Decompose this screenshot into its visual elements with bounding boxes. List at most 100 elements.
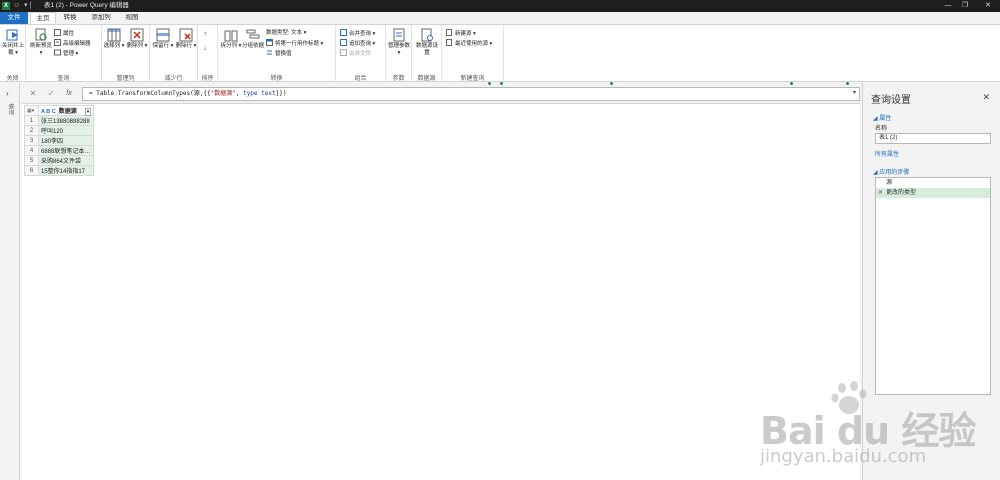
choose-columns-icon — [107, 28, 121, 42]
applied-steps-list: 源 ✕ 更改的类型 — [875, 177, 991, 395]
recent-sources-button[interactable]: 最近使用的源 ▾ — [446, 39, 492, 48]
refresh-preview-button[interactable]: 刷新预览 ▾ — [30, 28, 52, 57]
new-source-icon — [446, 29, 452, 36]
append-icon — [340, 39, 347, 46]
table-row: 4 6888联想笔记本… — [24, 145, 95, 156]
table-cell[interactable]: 张三13880888288 — [37, 115, 95, 126]
split-column-button[interactable]: 拆分列 ▾ — [220, 28, 242, 50]
row-number: 6 — [24, 165, 39, 176]
all-properties-link[interactable]: 所有属性 — [875, 149, 899, 158]
baidu-watermark: Bai du 经验 jingyan.baidu.com — [760, 380, 990, 475]
watermark-site: jingyan.baidu.com — [760, 446, 927, 467]
queries-pane-label[interactable]: 查询 — [6, 103, 15, 115]
replace-values-button[interactable]: 替换值 — [266, 49, 292, 58]
group-by-icon — [246, 29, 260, 39]
text-type-icon[interactable]: A B C — [41, 109, 56, 115]
tab-add-column[interactable]: 添加列 — [86, 12, 116, 24]
ribbon: 关闭并上载 ▾ 关闭 刷新预览 ▾ 属性 高级编辑器 管理 ▾ 查询 选择列 ▾… — [0, 24, 1000, 83]
table-menu-button[interactable]: ▦▾ — [24, 105, 39, 116]
recent-sources-icon — [446, 39, 452, 46]
column-filter-button[interactable]: ▾ — [84, 108, 92, 116]
group-by-button[interactable]: 分组依据 — [242, 28, 264, 50]
table-cell[interactable]: 采购864文件袋 — [37, 155, 95, 166]
group-label-new-query: 新建查询 — [460, 76, 485, 82]
status-dot — [488, 82, 491, 85]
choose-columns-button[interactable]: 选择列 ▾ — [103, 28, 125, 50]
manage-button[interactable]: 管理 ▾ — [54, 49, 78, 58]
first-row-header-button[interactable]: 将第一行用作标题 ▾ — [266, 39, 323, 48]
group-transform: 拆分列 ▾ 分组依据 数据类型: 文本 ▾ 将第一行用作标题 ▾ 替换值 转换 — [218, 25, 336, 83]
properties-section-header[interactable]: ◢ 属性 — [873, 113, 891, 122]
tab-view[interactable]: 视图 — [120, 12, 144, 24]
close-load-icon — [6, 29, 18, 41]
remove-columns-icon — [130, 28, 144, 42]
row-number: 5 — [24, 155, 39, 166]
group-label-query: 查询 — [57, 76, 70, 82]
split-column-icon — [224, 30, 238, 42]
formula-bar: ✕ ✓ fx = Table.TransformColumnTypes(源,{{… — [22, 86, 860, 102]
parameters-icon — [393, 28, 405, 42]
new-source-button[interactable]: 新建源 ▾ — [446, 29, 476, 38]
tab-file[interactable]: 文件 — [0, 12, 28, 24]
group-close: 关闭并上载 ▾ 关闭 — [0, 25, 26, 83]
column-header-数据源[interactable]: A B C 数据源 ▾ — [37, 105, 95, 116]
formula-input[interactable]: = Table.TransformColumnTypes(源,{{"数据源", … — [82, 87, 860, 101]
group-reduce-rows: 保留行 ▾ 删除行 ▾ 减少行 — [150, 25, 198, 83]
close-load-button[interactable]: 关闭并上载 ▾ — [2, 28, 24, 57]
advanced-editor-button[interactable]: 高级编辑器 — [54, 39, 91, 48]
row-number: 4 — [24, 145, 39, 156]
expand-queries-button[interactable]: › — [6, 89, 9, 98]
properties-button[interactable]: 属性 — [54, 29, 74, 38]
query-settings-title: 查询设置 — [871, 95, 911, 106]
table-cell[interactable]: 180李四 — [37, 135, 95, 146]
remove-columns-button[interactable]: 删除列 ▾ — [126, 28, 148, 50]
table-cell[interactable]: 6888联想笔记本… — [37, 145, 95, 156]
applied-steps-section-header[interactable]: ◢ 应用的步骤 — [873, 167, 909, 176]
close-query-settings-button[interactable]: ✕ — [982, 92, 990, 103]
merge-queries-button[interactable]: 合并查询 ▾ — [340, 29, 375, 38]
combine-files-button[interactable]: 合并文件 — [340, 49, 371, 58]
table-cell[interactable]: 呼叫120 — [37, 125, 95, 136]
status-dot — [610, 82, 613, 85]
restore-button[interactable]: ❐ — [955, 0, 975, 12]
table-cell[interactable]: 15整你14指指17 — [37, 165, 95, 176]
row-number: 1 — [24, 115, 39, 126]
tab-home[interactable]: 主页 — [30, 12, 56, 24]
tab-transform[interactable]: 转换 — [58, 12, 82, 24]
manage-params-button[interactable]: 管理参数 ▾ — [388, 28, 410, 57]
append-queries-button[interactable]: 追加查询 ▾ — [340, 39, 375, 48]
row-number: 3 — [24, 135, 39, 146]
data-type-dropdown[interactable]: 数据类型: 文本 ▾ — [266, 29, 306, 38]
quick-access-dropdown[interactable]: ▾ | — [24, 2, 31, 10]
properties-icon — [54, 29, 61, 36]
table-row: 1 张三13880888288 — [24, 115, 95, 126]
step-source[interactable]: 源 — [876, 178, 990, 188]
status-dot — [500, 82, 503, 85]
group-label-reduce-rows: 减少行 — [164, 76, 183, 82]
table-row: 2 呼叫120 — [24, 125, 95, 136]
query-name-input[interactable]: 表1 (2) — [875, 133, 991, 144]
group-manage-columns: 选择列 ▾ 删除列 ▾ 管理列 — [102, 25, 150, 83]
smile-icon[interactable]: ☺ — [13, 2, 20, 10]
group-data-source: 数据源设置 数据源 — [412, 25, 442, 83]
datasource-settings-button[interactable]: 数据源设置 — [416, 28, 438, 57]
row-number: 2 — [24, 125, 39, 136]
sort-descending-button[interactable]: ↓ — [203, 43, 207, 52]
group-label-data-source: 数据源 — [417, 76, 436, 82]
step-changed-type[interactable]: ✕ 更改的类型 — [876, 188, 990, 198]
window-title: 表1 (2) - Power Query 编辑器 — [44, 2, 129, 9]
delete-step-icon[interactable]: ✕ — [878, 188, 883, 198]
table-row: 5 采购864文件袋 — [24, 155, 95, 166]
remove-rows-button[interactable]: 删除行 ▾ — [175, 28, 197, 50]
close-button[interactable]: ✕ — [978, 0, 998, 12]
fx-button[interactable]: fx — [62, 88, 76, 100]
refresh-icon — [35, 28, 47, 41]
keep-rows-button[interactable]: 保留行 ▾ — [152, 28, 174, 50]
group-label-sort: 排序 — [201, 76, 214, 82]
commit-formula-button[interactable]: ✓ — [44, 88, 58, 100]
cancel-formula-button[interactable]: ✕ — [26, 88, 40, 100]
table-row: 3 180李四 — [24, 135, 95, 146]
expand-formula-button[interactable]: ▾ — [853, 89, 856, 96]
sort-ascending-button[interactable]: ↑ — [203, 29, 207, 38]
table-header-row: ▦▾ A B C 数据源 ▾ — [24, 105, 95, 116]
